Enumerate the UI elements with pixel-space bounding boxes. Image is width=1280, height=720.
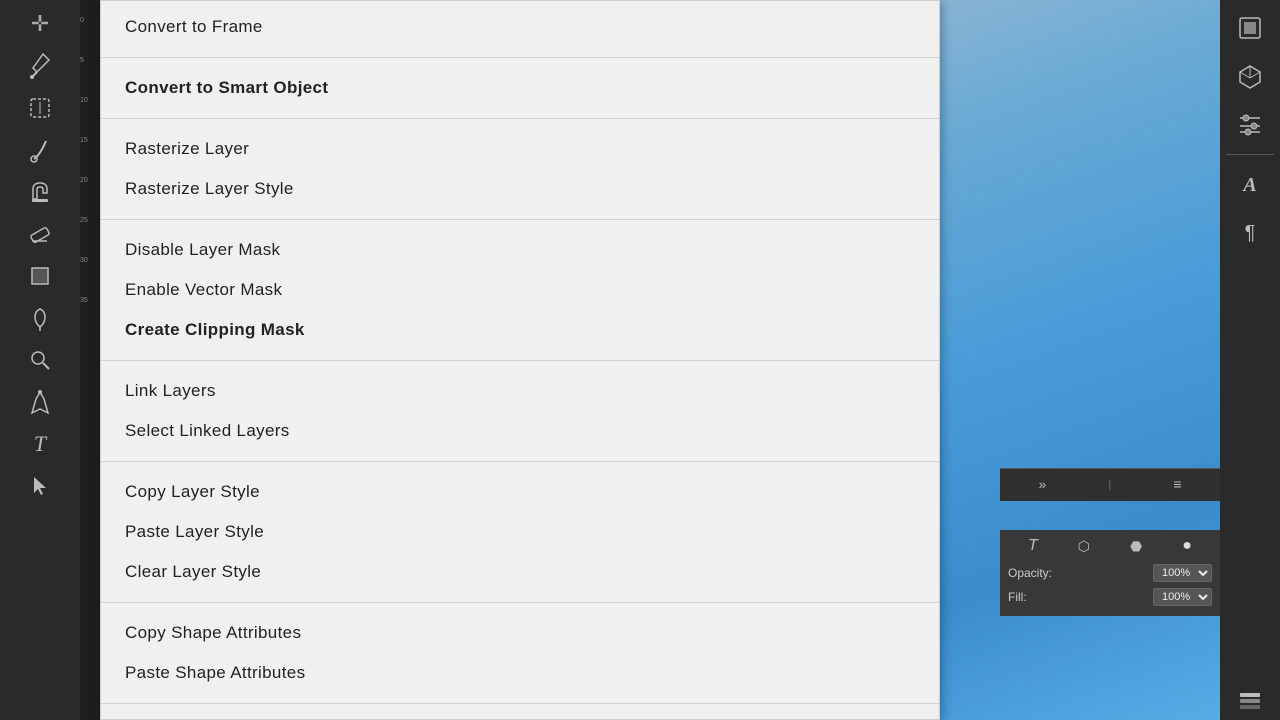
menu-divider-5 — [101, 461, 939, 462]
layers-panel-header: » | ≡ — [1000, 468, 1220, 501]
menu-section-1: Convert to Frame — [101, 1, 939, 53]
opacity-row: Opacity: 100% — [1008, 564, 1212, 582]
layer-type-icons: T ⬡ ⬣ ● — [1008, 534, 1212, 558]
libraries-icon[interactable] — [1228, 8, 1272, 48]
menu-item-release-from-isolation[interactable]: Release from Isolation — [101, 714, 939, 720]
menu-item-disable-layer-mask[interactable]: Disable Layer Mask — [101, 230, 939, 270]
menu-section-7: Copy Shape Attributes Paste Shape Attrib… — [101, 607, 939, 699]
menu-section-3: Rasterize Layer Rasterize Layer Style — [101, 123, 939, 215]
menu-item-copy-layer-style[interactable]: Copy Layer Style — [101, 472, 939, 512]
3d-cube-icon[interactable] — [1228, 56, 1272, 96]
right-panel-divider — [1226, 154, 1274, 155]
tool-pen[interactable] — [16, 382, 64, 422]
tool-type[interactable]: T — [16, 424, 64, 464]
tool-move[interactable]: ✛ — [16, 4, 64, 44]
menu-divider-3 — [101, 219, 939, 220]
menu-item-link-layers[interactable]: Link Layers — [101, 371, 939, 411]
menu-section-5: Link Layers Select Linked Layers — [101, 365, 939, 457]
context-menu: Convert to Frame Convert to Smart Object… — [100, 0, 940, 720]
tool-selection-arrow[interactable] — [16, 466, 64, 506]
fill-select[interactable]: 100% — [1153, 588, 1212, 606]
layer-transform-icon[interactable]: ⬡ — [1075, 535, 1093, 558]
tool-eyedropper[interactable] — [16, 46, 64, 86]
menu-section-2: Convert to Smart Object — [101, 62, 939, 114]
menu-divider-4 — [101, 360, 939, 361]
layer-type-text-icon[interactable]: T — [1025, 534, 1041, 558]
type-panel-icon[interactable]: A — [1228, 165, 1272, 205]
tool-rectangle[interactable] — [16, 256, 64, 296]
menu-item-copy-shape-attributes[interactable]: Copy Shape Attributes — [101, 613, 939, 653]
menu-section-8: Release from Isolation — [101, 708, 939, 720]
fill-row: Fill: 100% — [1008, 588, 1212, 606]
menu-section-6: Copy Layer Style Paste Layer Style Clear… — [101, 466, 939, 598]
left-toolbar: ✛ — [0, 0, 80, 720]
menu-item-select-linked-layers[interactable]: Select Linked Layers — [101, 411, 939, 451]
layer-menu-icon[interactable]: ≡ — [1170, 473, 1184, 495]
layer-forward-icon[interactable]: » — [1035, 473, 1049, 495]
menu-item-rasterize-layer-style[interactable]: Rasterize Layer Style — [101, 169, 939, 209]
opacity-label: Opacity: — [1008, 566, 1052, 580]
menu-item-enable-vector-mask[interactable]: Enable Vector Mask — [101, 270, 939, 310]
ruler-vertical: 0 5 10 15 20 25 30 35 — [80, 0, 100, 720]
opacity-select[interactable]: 100% — [1153, 564, 1212, 582]
menu-section-4: Disable Layer Mask Enable Vector Mask Cr… — [101, 224, 939, 356]
layer-circle-icon[interactable]: ● — [1179, 534, 1195, 558]
layers-panel-body: T ⬡ ⬣ ● Opacity: 100% Fill: 100% — [1000, 530, 1220, 616]
menu-item-clear-layer-style[interactable]: Clear Layer Style — [101, 552, 939, 592]
fill-label: Fill: — [1008, 590, 1027, 604]
layers-panel-separator: | — [1108, 477, 1111, 491]
menu-item-rasterize-layer[interactable]: Rasterize Layer — [101, 129, 939, 169]
menu-item-paste-shape-attributes[interactable]: Paste Shape Attributes — [101, 653, 939, 693]
menu-item-paste-layer-style[interactable]: Paste Layer Style — [101, 512, 939, 552]
layers-panel-icon[interactable] — [1228, 680, 1272, 720]
tool-eraser[interactable] — [16, 214, 64, 254]
right-panel: A ¶ — [1220, 0, 1280, 720]
menu-divider-1 — [101, 57, 939, 58]
tool-dropper[interactable] — [16, 298, 64, 338]
paragraph-icon[interactable]: ¶ — [1228, 213, 1272, 253]
tool-marquee[interactable] — [16, 88, 64, 128]
menu-divider-2 — [101, 118, 939, 119]
adjustments-sliders-icon[interactable] — [1228, 104, 1272, 144]
menu-item-convert-to-frame[interactable]: Convert to Frame — [101, 7, 939, 47]
tool-zoom[interactable] — [16, 340, 64, 380]
layer-copy-icon[interactable]: ⬣ — [1127, 535, 1145, 558]
menu-item-convert-to-smart-object[interactable]: Convert to Smart Object — [101, 68, 939, 108]
menu-divider-6 — [101, 602, 939, 603]
tool-brush[interactable] — [16, 130, 64, 170]
tool-stamp[interactable] — [16, 172, 64, 212]
menu-item-create-clipping-mask[interactable]: Create Clipping Mask — [101, 310, 939, 350]
menu-divider-7 — [101, 703, 939, 704]
layers-panel-icons-row: » | ≡ — [1006, 473, 1214, 495]
